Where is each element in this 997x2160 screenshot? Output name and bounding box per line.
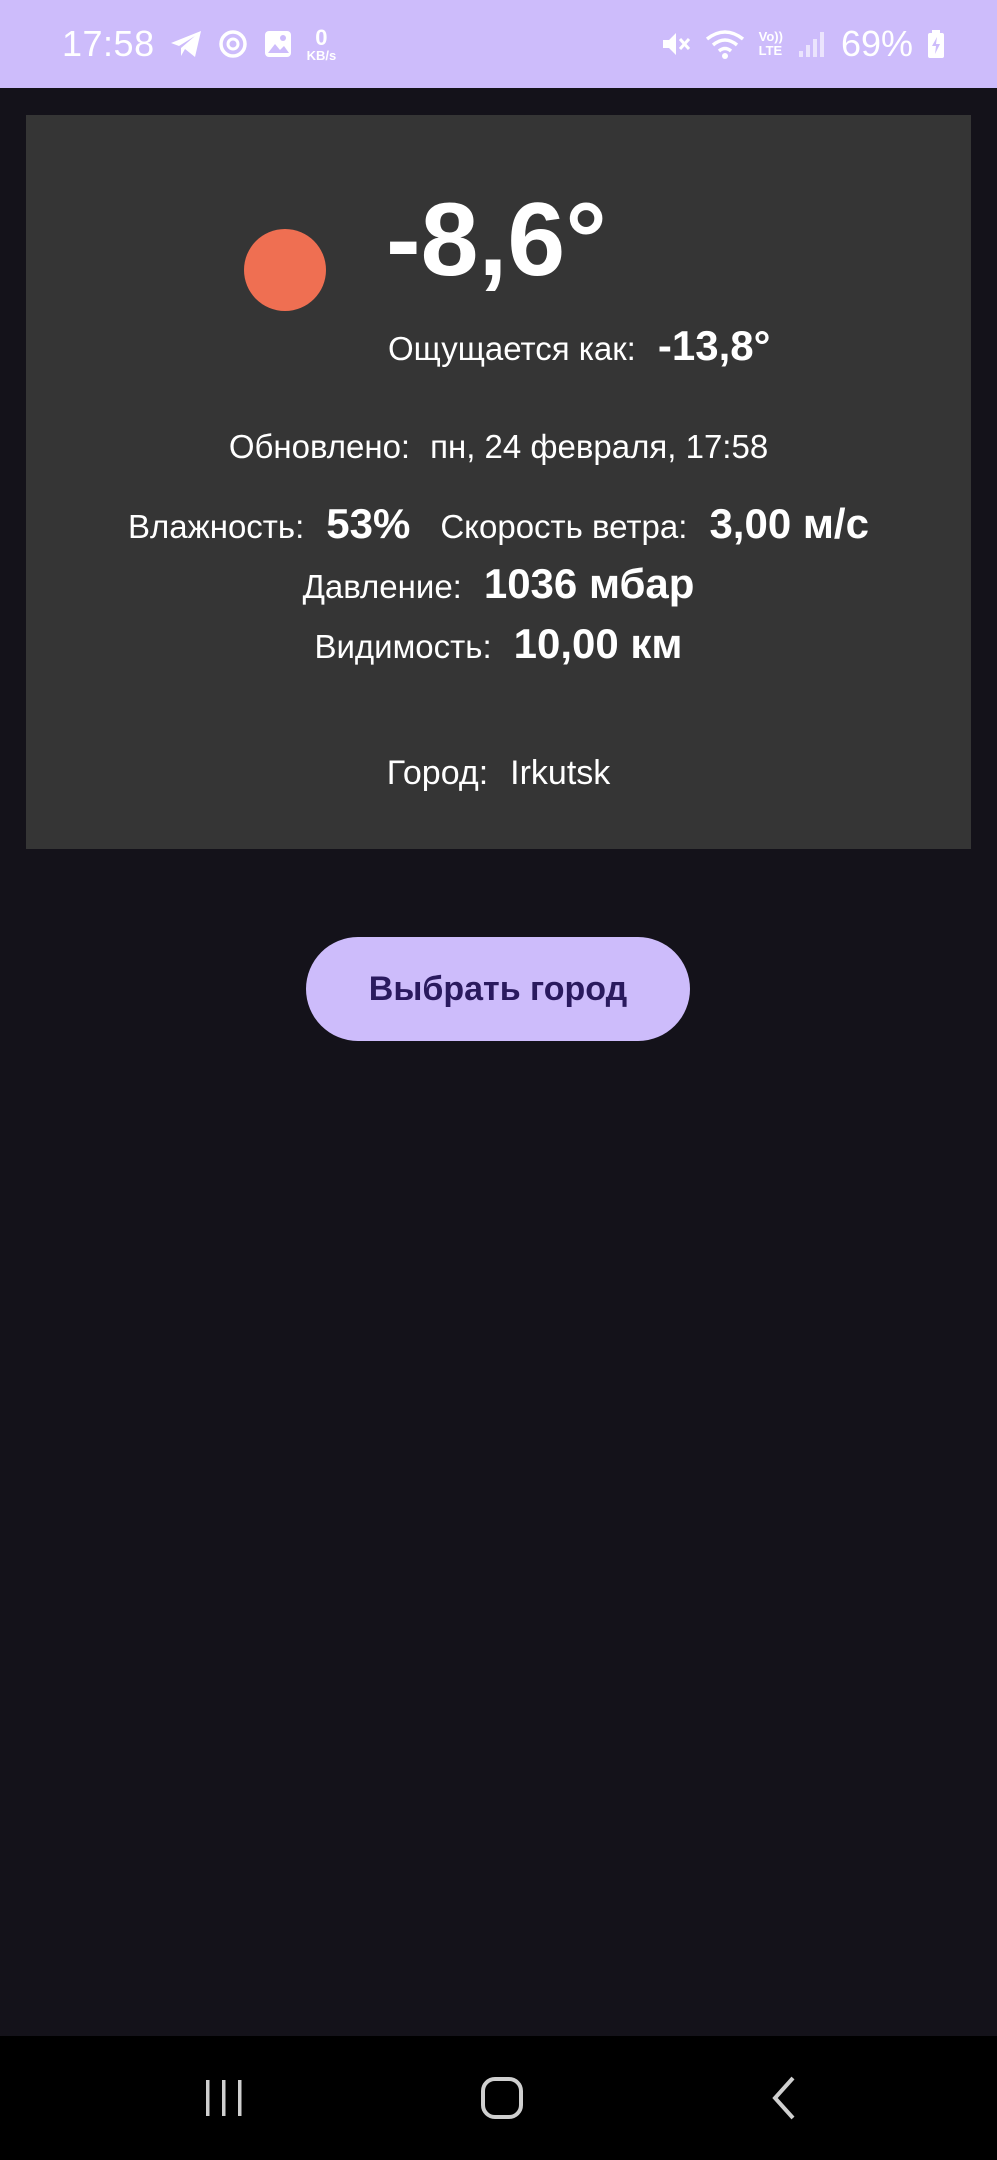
wind-label: Скорость ветра: xyxy=(440,508,688,545)
updated-label: Обновлено: xyxy=(228,428,411,465)
gallery-icon xyxy=(263,29,293,59)
data-speed: 0 KB/s xyxy=(306,24,337,63)
wind-value: 3,00 м/с xyxy=(709,500,869,547)
status-time: 17:58 xyxy=(62,23,155,64)
back-icon xyxy=(772,2076,795,2120)
visibility-value: 10,00 км xyxy=(513,620,683,667)
lte-indicator: Vo)) LTE xyxy=(758,29,783,58)
current-temperature: -8,6° xyxy=(386,182,607,298)
navigation-bar xyxy=(0,2036,997,2160)
humidity-value: 53% xyxy=(326,500,411,547)
home-button[interactable] xyxy=(452,2036,552,2160)
telegram-icon xyxy=(169,29,203,59)
status-bar: 17:58 0 KB/s Vo)) LTE 69% xyxy=(0,0,997,88)
back-button[interactable] xyxy=(734,2036,834,2160)
battery-percent: 69% xyxy=(840,23,913,64)
humidity-label: Влажность: xyxy=(128,508,305,545)
home-icon xyxy=(481,2077,523,2119)
status-bar-left: 17:58 0 KB/s xyxy=(62,23,336,65)
pressure-label: Давление: xyxy=(302,568,462,605)
signal-icon xyxy=(797,29,827,59)
feels-like-row: Ощущается как: -13,8° xyxy=(388,322,770,370)
sun-icon xyxy=(244,229,326,311)
updated-row: Обновлено: пн, 24 февраля, 17:58 xyxy=(0,428,997,466)
choose-city-button[interactable]: Выбрать город xyxy=(306,937,690,1041)
battery-icon xyxy=(927,29,945,59)
recents-icon xyxy=(206,2080,242,2116)
visibility-row: Видимость: 10,00 км xyxy=(0,620,997,668)
pressure-value: 1036 мбар xyxy=(483,560,695,607)
city-row: Город: Irkutsk xyxy=(0,754,997,793)
updated-value: пн, 24 февраля, 17:58 xyxy=(430,428,769,465)
wifi-icon xyxy=(705,28,745,60)
recents-button[interactable] xyxy=(174,2036,274,2160)
status-bar-right: Vo)) LTE 69% xyxy=(659,23,945,65)
feels-like-label: Ощущается как: xyxy=(388,330,636,367)
data-speed-value: 0 xyxy=(315,24,328,50)
city-label: Город: xyxy=(386,754,489,792)
pressure-row: Давление: 1036 мбар xyxy=(0,560,997,608)
sync-icon xyxy=(217,28,249,60)
visibility-label: Видимость: xyxy=(314,628,492,665)
feels-like-value: -13,8° xyxy=(657,322,771,369)
humidity-wind-row: Влажность: 53% Скорость ветра: 3,00 м/с xyxy=(0,500,997,548)
mute-icon xyxy=(659,28,691,60)
data-speed-unit: KB/s xyxy=(306,47,337,63)
city-value: Irkutsk xyxy=(510,754,611,792)
